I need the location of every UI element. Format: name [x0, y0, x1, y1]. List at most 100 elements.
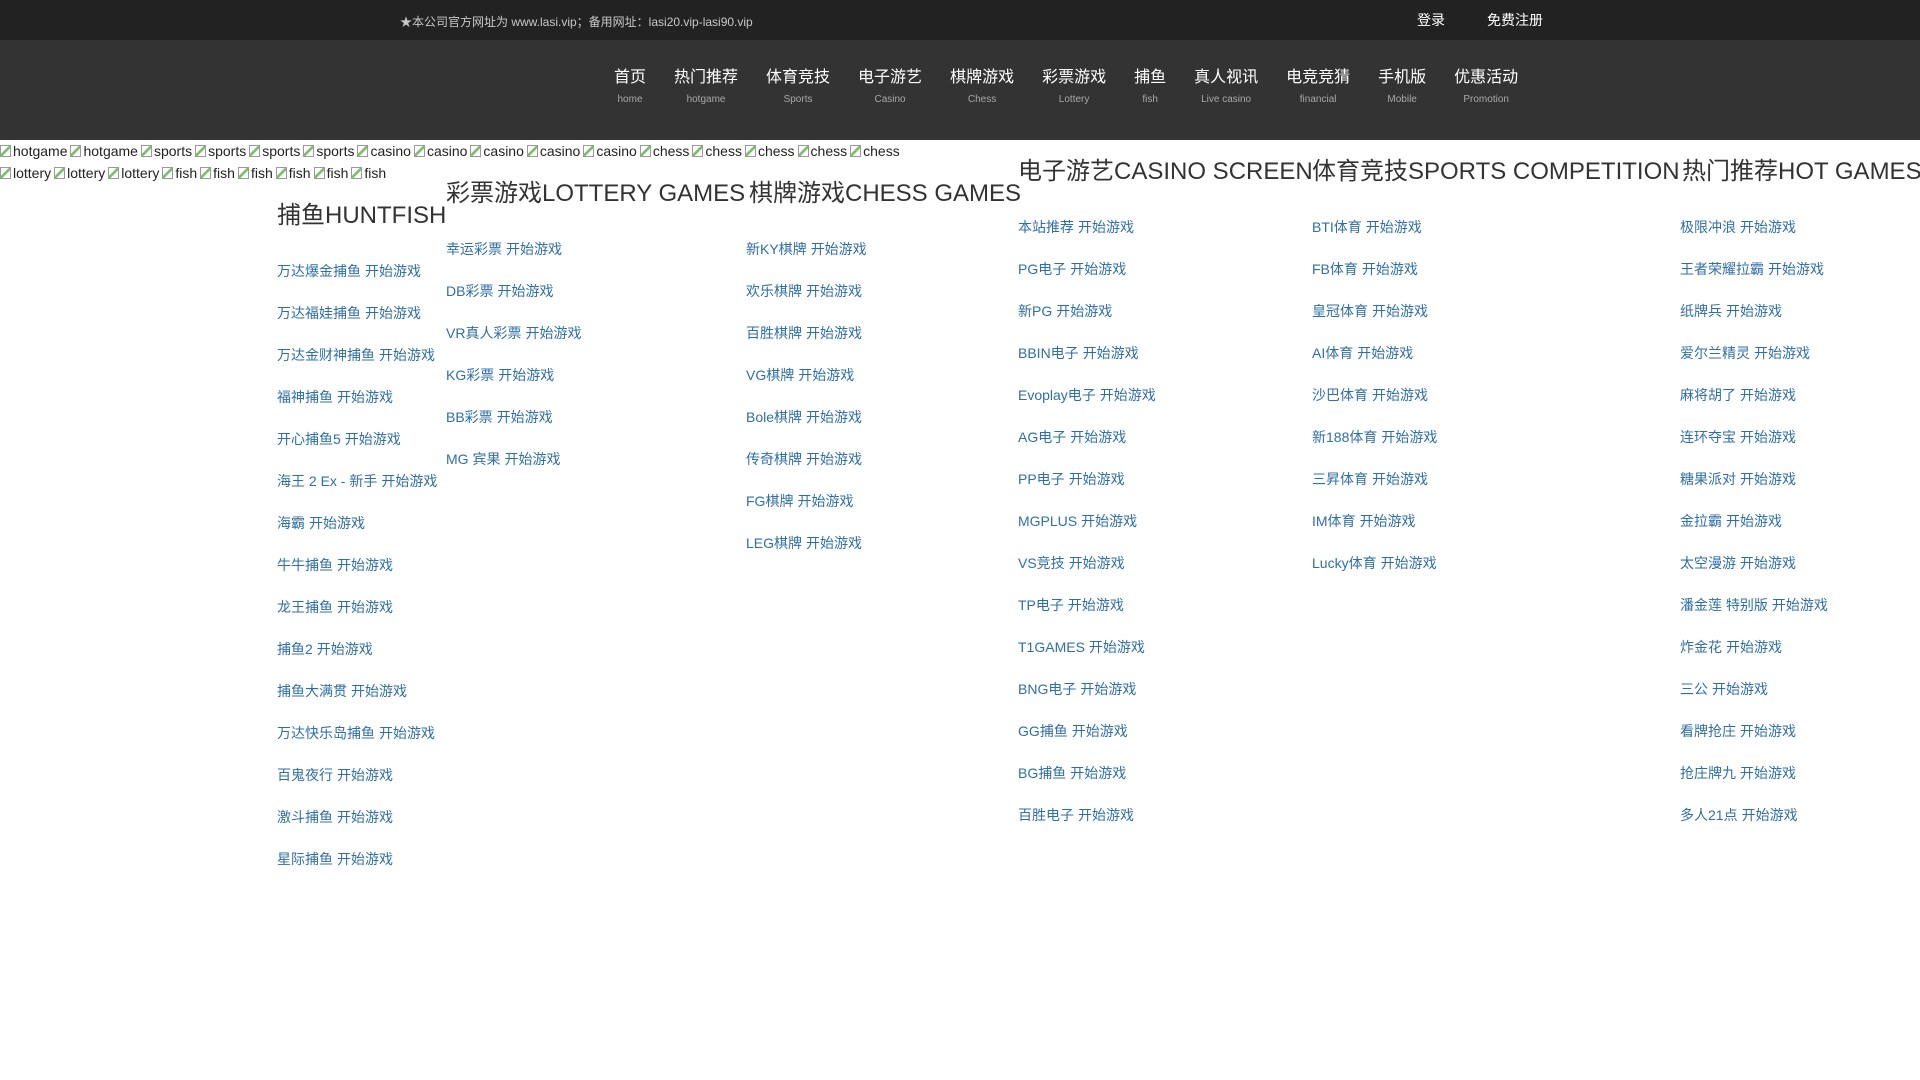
fish-game-link[interactable]: 星际捕鱼 开始游戏 [277, 850, 437, 892]
fish-game-link[interactable]: 百鬼夜行 开始游戏 [277, 766, 437, 808]
broken-image[interactable]: casino [414, 142, 467, 160]
broken-image[interactable]: hotgame [0, 142, 67, 160]
nav-item-hotgame[interactable]: 热门推荐 hotgame [674, 68, 738, 107]
nav-item-chess[interactable]: 棋牌游戏 Chess [950, 68, 1014, 107]
sports-game-link[interactable]: 新188体育 开始游戏 [1312, 428, 1437, 470]
sports-game-link[interactable]: IM体育 开始游戏 [1312, 512, 1437, 554]
fish-game-link[interactable]: 万达金财神捕鱼 开始游戏 [277, 346, 437, 388]
chess-game-link[interactable]: 新KY棋牌 开始游戏 [746, 240, 867, 282]
lottery-game-link[interactable]: 幸运彩票 开始游戏 [446, 240, 581, 282]
hot-game-link[interactable]: 糖果派对 开始游戏 [1680, 470, 1828, 512]
sports-game-link[interactable]: 皇冠体育 开始游戏 [1312, 302, 1437, 344]
fish-game-link[interactable]: 福神捕鱼 开始游戏 [277, 388, 437, 430]
hot-game-link[interactable]: 三公 开始游戏 [1680, 680, 1828, 722]
lottery-game-link[interactable]: MG 宾果 开始游戏 [446, 450, 581, 492]
nav-item-fish[interactable]: 捕鱼 fish [1134, 68, 1166, 107]
fish-game-link[interactable]: 捕鱼大满贯 开始游戏 [277, 682, 437, 724]
nav-item-live-casino[interactable]: 真人视讯 Live casino [1194, 68, 1258, 107]
broken-image[interactable]: fish [314, 164, 349, 182]
fish-game-link[interactable]: 万达爆金捕鱼 开始游戏 [277, 262, 437, 304]
broken-image[interactable]: lottery [54, 164, 105, 182]
casino-game-link[interactable]: PG电子 开始游戏 [1018, 260, 1156, 302]
fish-game-link[interactable]: 捕鱼2 开始游戏 [277, 640, 437, 682]
signup-link[interactable]: 免费注册 [1487, 10, 1543, 30]
fish-game-link[interactable]: 龙王捕鱼 开始游戏 [277, 598, 437, 640]
nav-item-sports[interactable]: 体育竞技 Sports [766, 68, 830, 107]
casino-game-link[interactable]: TP电子 开始游戏 [1018, 596, 1156, 638]
casino-game-link[interactable]: 百胜电子 开始游戏 [1018, 806, 1156, 848]
broken-image[interactable]: sports [195, 142, 246, 160]
sports-game-link[interactable]: 沙巴体育 开始游戏 [1312, 386, 1437, 428]
casino-game-link[interactable]: PP电子 开始游戏 [1018, 470, 1156, 512]
hot-game-link[interactable]: 炸金花 开始游戏 [1680, 638, 1828, 680]
casino-game-link[interactable]: 新PG 开始游戏 [1018, 302, 1156, 344]
hot-game-link[interactable]: 抢庄牌九 开始游戏 [1680, 764, 1828, 806]
login-link[interactable]: 登录 [1417, 10, 1445, 30]
broken-image[interactable]: lottery [0, 164, 51, 182]
casino-game-link[interactable]: BG捕鱼 开始游戏 [1018, 764, 1156, 806]
fish-game-link[interactable]: 激斗捕鱼 开始游戏 [277, 808, 437, 850]
broken-image[interactable]: fish [162, 164, 197, 182]
nav-item-mobile[interactable]: 手机版 Mobile [1378, 68, 1426, 107]
sports-game-link[interactable]: Lucky体育 开始游戏 [1312, 554, 1437, 596]
fish-game-link[interactable]: 万达快乐岛捕鱼 开始游戏 [277, 724, 437, 766]
fish-game-link[interactable]: 开心捕鱼5 开始游戏 [277, 430, 437, 472]
nav-item-promotion[interactable]: 优惠活动 Promotion [1454, 68, 1518, 107]
broken-image[interactable]: chess [745, 142, 795, 160]
nav-item-home[interactable]: 首页 home [614, 68, 646, 107]
nav-item-casino[interactable]: 电子游艺 Casino [858, 68, 922, 107]
sports-game-link[interactable]: AI体育 开始游戏 [1312, 344, 1437, 386]
broken-image[interactable]: hotgame [70, 142, 137, 160]
fish-game-link[interactable]: 海王 2 Ex - 新手 开始游戏 [277, 472, 437, 514]
casino-game-link[interactable]: MGPLUS 开始游戏 [1018, 512, 1156, 554]
nav-item-lottery[interactable]: 彩票游戏 Lottery [1042, 68, 1106, 107]
lottery-game-link[interactable]: DB彩票 开始游戏 [446, 282, 581, 324]
fish-game-link[interactable]: 海霸 开始游戏 [277, 514, 437, 556]
chess-game-link[interactable]: 传奇棋牌 开始游戏 [746, 450, 867, 492]
hot-game-link[interactable]: 多人21点 开始游戏 [1680, 806, 1828, 848]
broken-image[interactable]: fish [200, 164, 235, 182]
chess-game-link[interactable]: LEG棋牌 开始游戏 [746, 534, 867, 576]
broken-image[interactable]: sports [249, 142, 300, 160]
broken-image[interactable]: chess [798, 142, 848, 160]
broken-image[interactable]: chess [850, 142, 900, 160]
fish-game-link[interactable]: 牛牛捕鱼 开始游戏 [277, 556, 437, 598]
casino-game-link[interactable]: BNG电子 开始游戏 [1018, 680, 1156, 722]
hot-game-link[interactable]: 看牌抢庄 开始游戏 [1680, 722, 1828, 764]
broken-image[interactable]: chess [692, 142, 742, 160]
broken-image[interactable]: casino [583, 142, 636, 160]
broken-image[interactable]: sports [141, 142, 192, 160]
hot-game-link[interactable]: 极限冲浪 开始游戏 [1680, 218, 1828, 260]
chess-game-link[interactable]: 欢乐棋牌 开始游戏 [746, 282, 867, 324]
hot-game-link[interactable]: 潘金莲 特别版 开始游戏 [1680, 596, 1828, 638]
casino-game-link[interactable]: T1GAMES 开始游戏 [1018, 638, 1156, 680]
fish-game-link[interactable]: 万达福娃捕鱼 开始游戏 [277, 304, 437, 346]
chess-game-link[interactable]: Bole棋牌 开始游戏 [746, 408, 867, 450]
hot-game-link[interactable]: 王者荣耀拉霸 开始游戏 [1680, 260, 1828, 302]
broken-image[interactable]: sports [303, 142, 354, 160]
lottery-game-link[interactable]: KG彩票 开始游戏 [446, 366, 581, 408]
chess-game-link[interactable]: FG棋牌 开始游戏 [746, 492, 867, 534]
lottery-game-link[interactable]: BB彩票 开始游戏 [446, 408, 581, 450]
sports-game-link[interactable]: FB体育 开始游戏 [1312, 260, 1437, 302]
broken-image[interactable]: casino [357, 142, 410, 160]
hot-game-link[interactable]: 爱尔兰精灵 开始游戏 [1680, 344, 1828, 386]
sports-game-link[interactable]: BTI体育 开始游戏 [1312, 218, 1437, 260]
hot-game-link[interactable]: 金拉霸 开始游戏 [1680, 512, 1828, 554]
broken-image[interactable]: fish [351, 164, 386, 182]
broken-image[interactable]: fish [276, 164, 311, 182]
casino-game-link[interactable]: Evoplay电子 开始游戏 [1018, 386, 1156, 428]
hot-game-link[interactable]: 太空漫游 开始游戏 [1680, 554, 1828, 596]
hot-game-link[interactable]: 连环夺宝 开始游戏 [1680, 428, 1828, 470]
casino-game-link[interactable]: AG电子 开始游戏 [1018, 428, 1156, 470]
casino-game-link[interactable]: 本站推荐 开始游戏 [1018, 218, 1156, 260]
chess-game-link[interactable]: VG棋牌 开始游戏 [746, 366, 867, 408]
lottery-game-link[interactable]: VR真人彩票 开始游戏 [446, 324, 581, 366]
hot-game-link[interactable]: 纸牌兵 开始游戏 [1680, 302, 1828, 344]
casino-game-link[interactable]: BBIN电子 开始游戏 [1018, 344, 1156, 386]
broken-image[interactable]: casino [470, 142, 523, 160]
sports-game-link[interactable]: 三昇体育 开始游戏 [1312, 470, 1437, 512]
casino-game-link[interactable]: GG捕鱼 开始游戏 [1018, 722, 1156, 764]
broken-image[interactable]: fish [238, 164, 273, 182]
broken-image[interactable]: casino [527, 142, 580, 160]
